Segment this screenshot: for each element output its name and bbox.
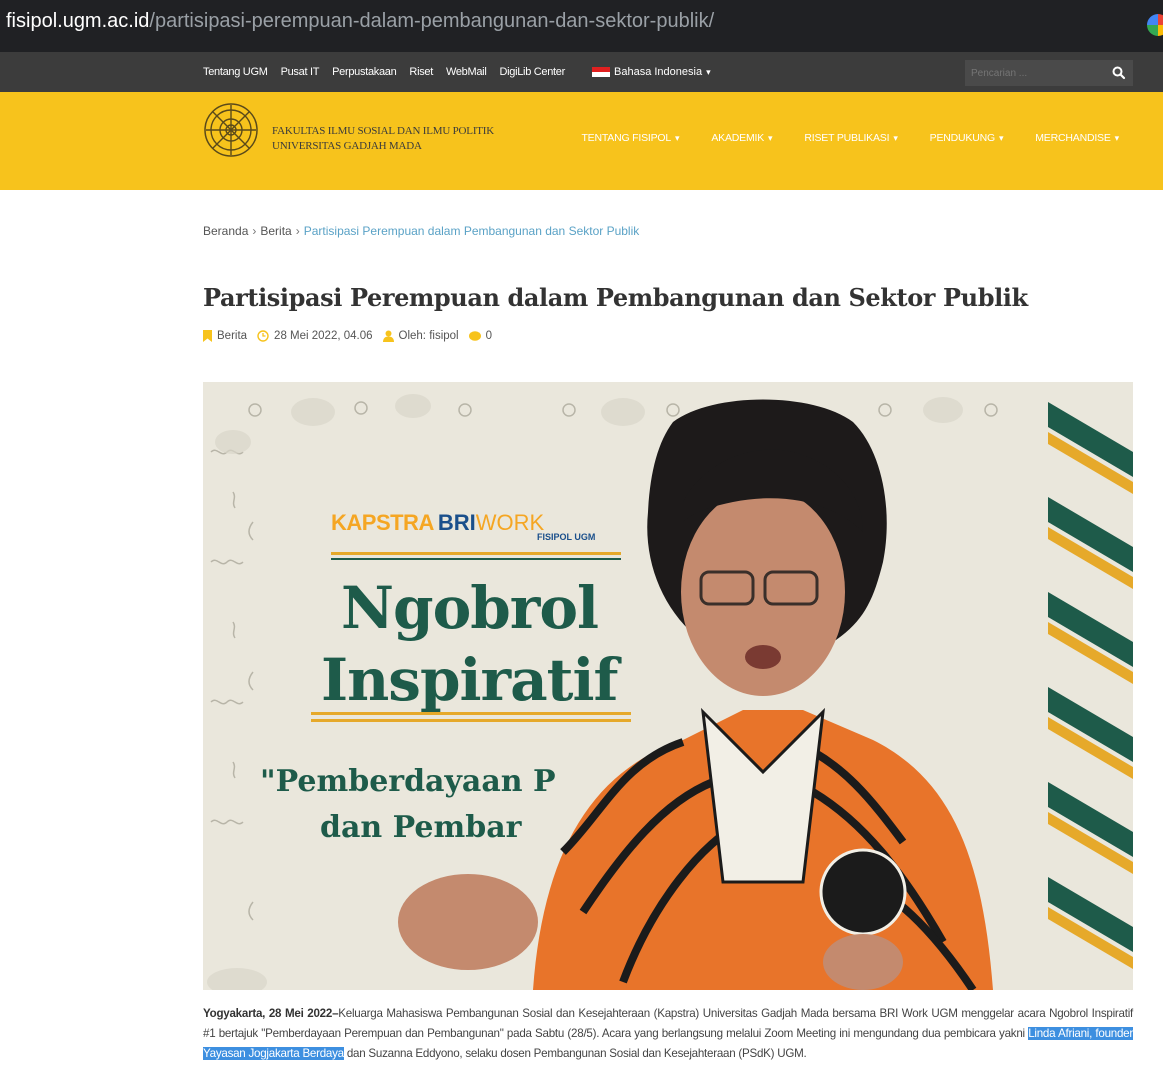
date-label: 28 Mei 2022, 04.06 (274, 330, 373, 342)
caret-down-icon: ▾ (998, 132, 1004, 143)
ugm-logo-icon[interactable] (203, 102, 259, 158)
bookmark-icon (203, 330, 212, 342)
breadcrumb-home[interactable]: Beranda (203, 224, 248, 238)
chrome-icon[interactable] (1147, 14, 1163, 36)
caret-down-icon: ▾ (768, 132, 773, 143)
bri-logo-text: BRI (437, 510, 476, 535)
topnav-link-riset[interactable]: Riset (409, 66, 433, 78)
language-selector[interactable]: Bahasa Indonesia ▾ (592, 66, 711, 78)
lead-dateline: Yogyakarta, 28 Mei 2022 (203, 1007, 333, 1020)
menu-item-tentang-fisipol[interactable]: TENTANG FISIPOL ▾ (581, 132, 679, 144)
search-icon[interactable] (1111, 65, 1127, 81)
category-label: Berita (217, 330, 248, 342)
caret-down-icon: ▾ (675, 132, 680, 143)
article-meta: Berita 28 Mei 2022, 04.06 Oleh: fisipol … (203, 330, 502, 342)
menu-item-merchandise[interactable]: MERCHANDISE ▾ (1035, 132, 1119, 144)
topnav-link-perpustakaan[interactable]: Perpustakaan (332, 66, 397, 78)
url-text[interactable]: fisipol.ugm.ac.id/partisipasi-perempuan-… (6, 10, 714, 33)
comment-icon (468, 330, 481, 341)
brand-line-2: UNIVERSITAS GADJAH MADA (272, 140, 422, 152)
caret-down-icon: ▾ (706, 66, 711, 77)
fisipol-ugm-label: FISIPOL UGM (537, 532, 596, 542)
paragraph-text-1: Keluarga Mahasiswa Pembangunan Sosial da… (203, 1007, 1134, 1040)
menu-label: RISET PUBLIKASI (804, 132, 890, 144)
topnav-link-digilib[interactable]: DigiLib Center (499, 66, 565, 78)
caret-down-icon: ▾ (1114, 132, 1120, 143)
topnav-link-webmail[interactable]: WebMail (446, 66, 487, 78)
menu-item-riset-publikasi[interactable]: RISET PUBLIKASI ▾ (804, 132, 897, 144)
topnav-link-tentang-ugm[interactable]: Tentang UGM (203, 66, 268, 78)
image-subtitle-2: dan Pembar (320, 810, 522, 845)
menu-label: PENDUKUNG (929, 132, 995, 144)
search-box (965, 60, 1133, 86)
top-navigation: Tentang UGM Pusat IT Perpustakaan Riset … (0, 52, 1163, 92)
language-label: Bahasa Indonesia (614, 66, 703, 78)
main-menu: TENTANG FISIPOL ▾ AKADEMIK ▾ RISET PUBLIKA… (549, 132, 1119, 144)
paragraph-text-2: dan Suzanna Eddyono, selaku dosen Pemban… (343, 1047, 807, 1060)
author-label: Oleh: fisipol (398, 330, 459, 342)
breadcrumb: Beranda › Berita › Partisipasi Perempuan dal… (203, 224, 639, 238)
meta-category[interactable]: Berita (203, 330, 247, 342)
menu-label: MERCHANDISE (1035, 132, 1111, 144)
clock-icon (257, 330, 269, 342)
work-logo-text: WORK (475, 510, 545, 535)
url-domain: fisipol.ugm.ac.id (6, 10, 150, 32)
breadcrumb-section[interactable]: Berita (260, 224, 291, 238)
caret-down-icon: ▾ (893, 132, 898, 143)
site-header: FAKULTAS ILMU SOSIAL DAN ILMU POLITIK UN… (0, 92, 1163, 190)
url-path: /partisipasi-perempuan-dalam-pembangunan… (149, 10, 715, 32)
menu-label: TENTANG FISIPOL (581, 132, 672, 144)
breadcrumb-current: Partisipasi Perempuan dalam Pembangunan … (303, 224, 640, 238)
address-bar[interactable]: fisipol.ugm.ac.id/partisipasi-perempuan-… (0, 0, 1163, 52)
topnav-link-pusat-it[interactable]: Pusat IT (281, 66, 320, 78)
page-title: Partisipasi Perempuan dalam Pembangunan … (203, 283, 1028, 312)
meta-author[interactable]: Oleh: fisipol (382, 330, 459, 342)
article-featured-image: KAPSTRA BRI WORK FISIPOL UGM Ngobrol Ins… (203, 382, 1133, 990)
brand-line-1: FAKULTAS ILMU SOSIAL DAN ILMU POLITIK (272, 125, 495, 137)
meta-date: 28 Mei 2022, 04.06 (257, 330, 373, 342)
comment-count: 0 (485, 330, 493, 342)
user-icon (382, 330, 394, 342)
indonesia-flag-icon (592, 67, 610, 77)
image-headline-2: Inspiratif (321, 646, 618, 714)
menu-item-pendukung[interactable]: PENDUKUNG ▾ (930, 132, 1004, 144)
article-lead-paragraph: Yogyakarta, 28 Mei 2022–Keluarga Mahasis… (203, 1004, 1133, 1064)
kapstra-briwork-logo: KAPSTRA BRI WORK FISIPOL UGM (331, 510, 595, 542)
breadcrumb-separator: › (252, 224, 257, 238)
kapstra-logo-text: KAPSTRA (331, 510, 434, 535)
image-subtitle-1: "Pemberdayaan P (260, 764, 556, 799)
breadcrumb-separator: › (295, 224, 300, 238)
menu-label: AKADEMIK (711, 132, 765, 144)
search-input[interactable] (965, 60, 1105, 86)
menu-item-akademik[interactable]: AKADEMIK ▾ (711, 132, 772, 144)
meta-comments[interactable]: 0 (468, 330, 493, 342)
image-headline-1: Ngobrol (341, 574, 599, 642)
brand-name[interactable]: FAKULTAS ILMU SOSIAL DAN ILMU POLITIK UN… (272, 124, 494, 154)
